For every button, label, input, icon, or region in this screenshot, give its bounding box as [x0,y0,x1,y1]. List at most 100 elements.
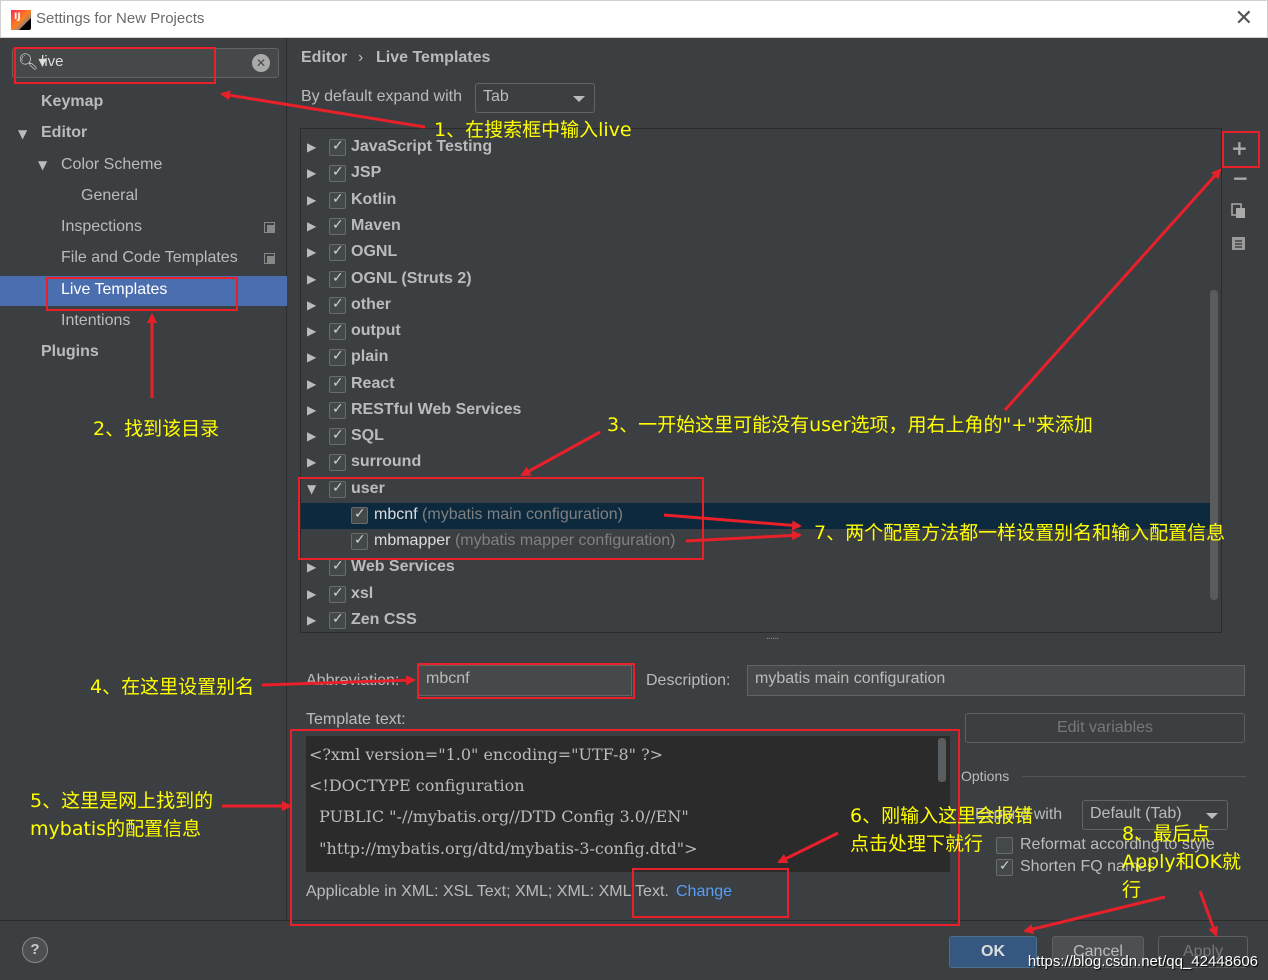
group-checkbox[interactable] [329,348,346,366]
shorten-fq-checkbox[interactable] [996,858,1013,876]
edit-variables-button[interactable]: Edit variables [965,713,1245,743]
collapsed-arrow-icon[interactable]: ▶ [307,219,316,233]
tree-group[interactable]: ▶ OGNL [301,240,1211,266]
collapsed-arrow-icon[interactable]: ▶ [307,298,316,312]
remove-icon[interactable]: − [1232,166,1249,190]
annotation-8-line3: 行 [1122,879,1142,901]
expand-with-select[interactable]: Tab [475,83,595,113]
collapsed-arrow-icon[interactable]: ▶ [307,560,316,574]
annotation-3: 3、一开始这里可能没有user选项，用右上角的"+"来添加 [607,414,1093,436]
watermark: https://blog.csdn.net/qq_42448606 [1027,953,1258,970]
group-checkbox[interactable] [329,558,346,576]
copy-icon[interactable] [1231,203,1246,219]
template-text-label: Template text: [306,711,406,728]
group-checkbox[interactable] [329,191,346,209]
title-bar: Settings for New Projects ✕ [0,0,1268,38]
collapsed-arrow-icon[interactable]: ▶ [307,140,316,154]
tree-group[interactable]: ▶ plain [301,345,1211,371]
collapsed-arrow-icon[interactable]: ▶ [307,166,316,180]
group-name: RESTful Web Services [351,401,522,418]
tree-group[interactable]: ▶ other [301,293,1211,319]
splitter-handle[interactable]: ...... [766,630,779,642]
collapsed-arrow-icon[interactable]: ▶ [307,324,316,338]
annotation-2: 2、找到该目录 [93,418,220,440]
tree-group[interactable]: ▶ output [301,319,1211,345]
highlight-search-box [14,47,216,84]
group-name: surround [351,453,422,470]
sidebar-item-inspections[interactable]: Inspections [61,218,142,236]
group-icon[interactable] [1231,236,1246,251]
sidebar-item-plugins[interactable]: Plugins [41,343,99,361]
group-checkbox[interactable] [329,401,346,419]
group-name: xsl [351,585,374,602]
ok-button[interactable]: OK [949,936,1037,968]
collapsed-arrow-icon[interactable]: ▶ [307,455,316,469]
tree-group[interactable]: ▶ OGNL (Struts 2) [301,267,1211,293]
group-name: SQL [351,427,384,444]
group-checkbox[interactable] [329,296,346,314]
breadcrumb-parent[interactable]: Editor [301,49,347,67]
group-checkbox[interactable] [329,243,346,261]
annotation-5-line1: 5、这里是网上找到的 [30,790,214,812]
collapsed-arrow-icon[interactable]: ▶ [307,245,316,259]
tree-group[interactable]: ▶ Zen CSS [301,608,1211,632]
sidebar-item-keymap[interactable]: Keymap [41,93,103,111]
chevron-down-icon [573,96,585,102]
tree-group[interactable]: ▶ xsl [301,582,1211,608]
group-checkbox[interactable] [329,453,346,471]
tree-group[interactable]: ▶ Maven [301,214,1211,240]
annotation-8-line2: Apply和OK就 [1122,851,1242,873]
collapsed-arrow-icon[interactable]: ▶ [307,350,316,364]
close-icon[interactable]: ✕ [1235,6,1253,31]
collapsed-arrow-icon[interactable]: ▶ [307,587,316,601]
highlight-change-link [632,868,789,918]
group-checkbox[interactable] [329,322,346,340]
tree-scrollbar[interactable] [1210,290,1218,600]
group-name: Maven [351,217,401,234]
highlight-abbreviation [417,663,635,699]
collapsed-arrow-icon[interactable]: ▶ [307,377,316,391]
sidebar-item-general[interactable]: General [81,187,138,205]
chevron-down-icon [1206,813,1218,819]
annotation-7: 7、两个配置方法都一样设置别名和输入配置信息 [814,522,1226,544]
tree-group[interactable]: ▶ surround [301,450,1211,476]
annotation-6-line2: 点击处理下就行 [850,833,984,855]
sidebar-item-intentions[interactable]: Intentions [61,312,130,330]
group-name: Kotlin [351,191,397,208]
group-name: OGNL [351,243,398,260]
project-scope-icon [264,253,275,264]
expand-arrow-icon[interactable]: ▼ [38,158,47,172]
sidebar-item-file-and-code-templates[interactable]: File and Code Templates [61,249,238,267]
reformat-checkbox[interactable] [996,837,1013,854]
group-checkbox[interactable] [329,585,346,603]
expand-arrow-icon[interactable]: ▼ [18,127,27,141]
intellij-logo-icon [11,10,31,30]
group-checkbox[interactable] [329,164,346,182]
sidebar-item-editor[interactable]: Editor [41,124,87,142]
group-name: other [351,296,391,313]
tree-group[interactable]: ▶ Kotlin [301,188,1211,214]
tree-group[interactable]: ▶ JSP [301,161,1211,187]
sidebar-item-color-scheme[interactable]: Color Scheme [61,156,162,174]
annotation-4: 4、在这里设置别名 [90,676,255,698]
description-value: mybatis main configuration [755,670,946,687]
collapsed-arrow-icon[interactable]: ▶ [307,403,316,417]
collapsed-arrow-icon[interactable]: ▶ [307,272,316,286]
description-input[interactable]: mybatis main configuration [747,665,1245,696]
clear-search-icon[interactable]: ✕ [252,54,270,72]
tree-group[interactable]: ▶ React [301,372,1211,398]
group-checkbox[interactable] [329,270,346,288]
group-checkbox[interactable] [329,375,346,393]
collapsed-arrow-icon[interactable]: ▶ [307,429,316,443]
annotation-8-line1: 8、最后点 [1122,823,1211,845]
group-name: output [351,322,401,339]
group-checkbox[interactable] [329,427,346,445]
group-name: JSP [351,164,382,181]
collapsed-arrow-icon[interactable]: ▶ [307,613,316,627]
group-checkbox[interactable] [329,217,346,235]
collapsed-arrow-icon[interactable]: ▶ [307,193,316,207]
group-checkbox[interactable] [329,138,346,156]
group-checkbox[interactable] [329,611,346,629]
expand-with-label: By default expand with [301,88,462,105]
help-icon[interactable]: ? [22,937,48,963]
